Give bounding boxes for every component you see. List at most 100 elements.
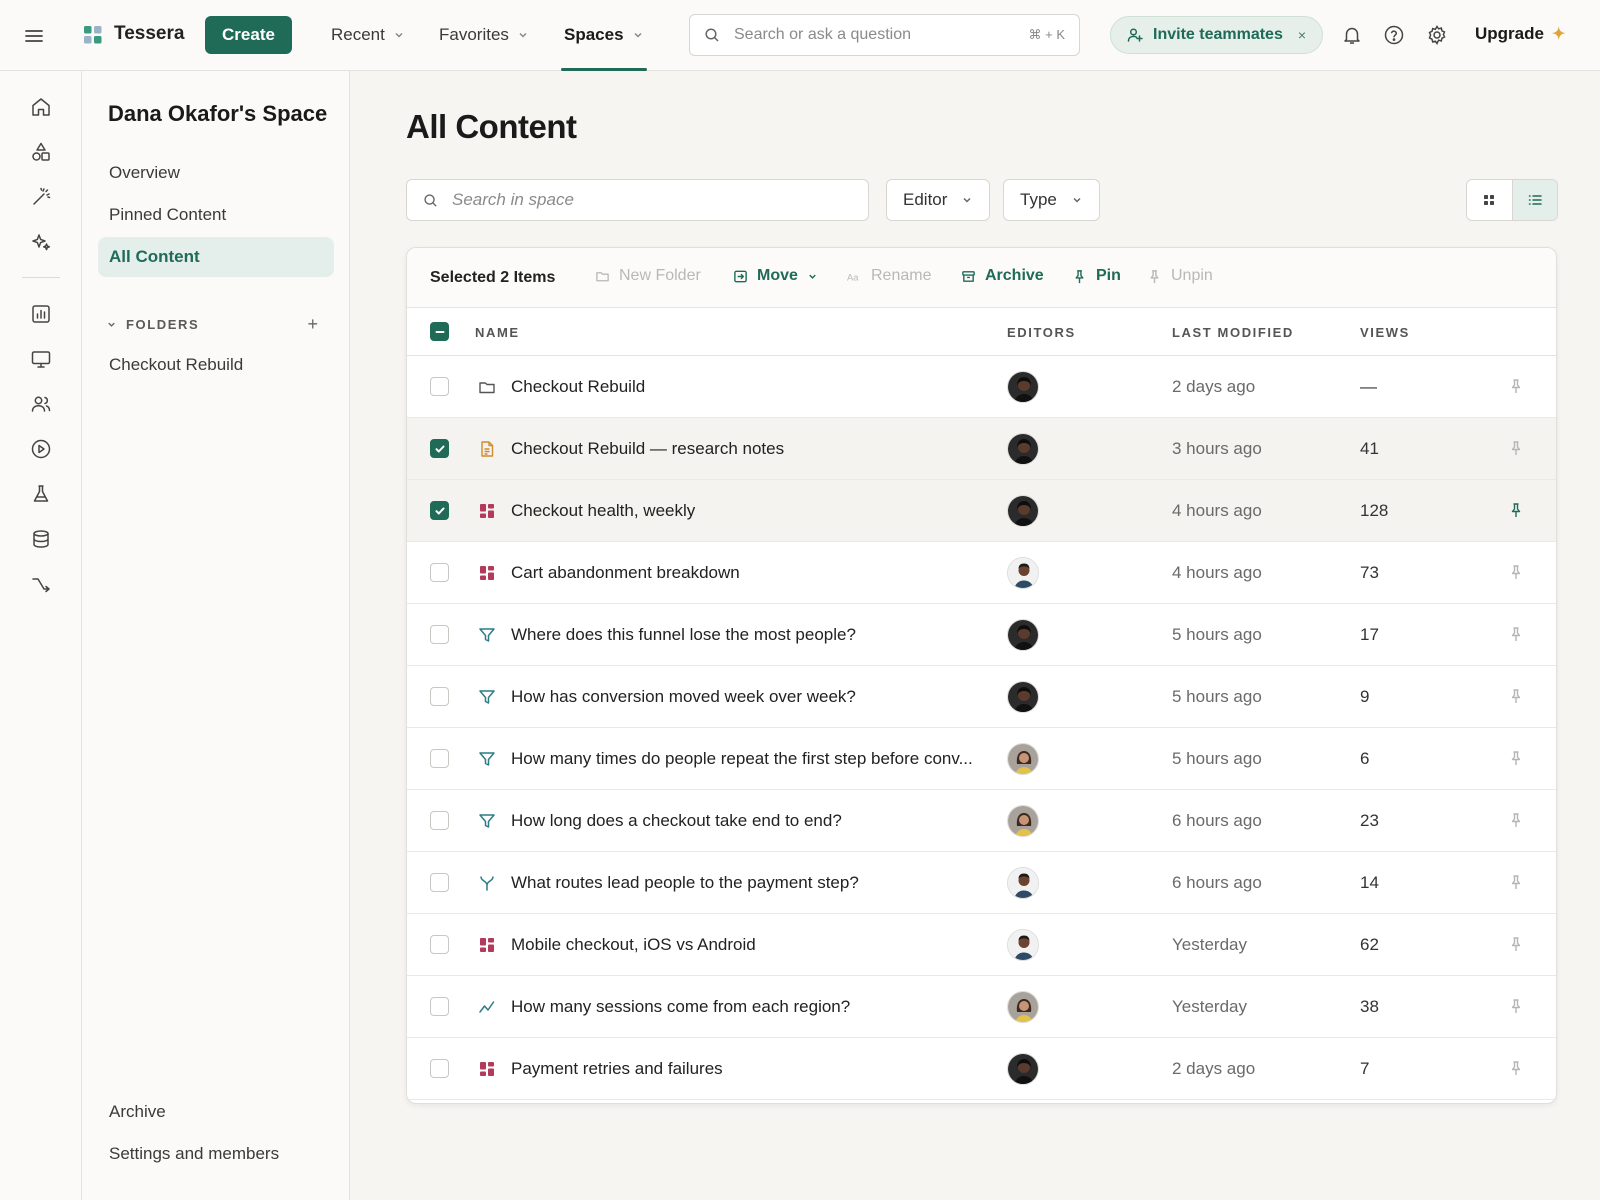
row-checkbox[interactable]	[430, 1059, 449, 1078]
archive-button[interactable]: Archive	[961, 267, 1044, 285]
item-name[interactable]: Checkout Rebuild	[511, 377, 645, 397]
avatar[interactable]	[1007, 433, 1039, 465]
column-header-last-modified[interactable]: LAST MODIFIED	[1172, 325, 1294, 340]
upgrade-button[interactable]: Upgrade ✦	[1475, 24, 1565, 44]
sidebar-item-overview[interactable]: Overview	[98, 153, 334, 193]
editor-filter-dropdown[interactable]: Editor	[886, 179, 991, 221]
avatar[interactable]	[1007, 371, 1039, 403]
table-row[interactable]: How has conversion moved week over week?…	[407, 666, 1556, 728]
global-search-input[interactable]	[734, 26, 1029, 44]
bar-chart-icon[interactable]	[29, 302, 53, 326]
menu-icon[interactable]	[22, 24, 46, 48]
pin-icon[interactable]	[1508, 1060, 1524, 1076]
pin-icon[interactable]	[1508, 998, 1524, 1014]
table-row[interactable]: How many sessions come from each region?…	[407, 976, 1556, 1038]
nav-favorites[interactable]: Favorites	[439, 22, 529, 48]
sparkles-icon[interactable]	[29, 230, 53, 254]
pin-icon[interactable]	[1508, 502, 1524, 518]
invite-teammates-button[interactable]: Invite teammates ×	[1110, 16, 1323, 54]
row-checkbox[interactable]	[430, 625, 449, 644]
type-filter-dropdown[interactable]: Type	[1003, 179, 1100, 221]
column-header-editors[interactable]: EDITORS	[1007, 325, 1076, 340]
rename-button[interactable]: Aa Rename	[847, 267, 931, 285]
global-search[interactable]: ⌘ + K	[689, 14, 1080, 56]
unpin-button[interactable]: Unpin	[1147, 267, 1213, 285]
table-row[interactable]: Checkout Rebuild 2 days ago —	[407, 356, 1556, 418]
sidebar-folder-checkout-rebuild[interactable]: Checkout Rebuild	[98, 345, 334, 385]
avatar[interactable]	[1007, 805, 1039, 837]
column-header-views[interactable]: VIEWS	[1360, 325, 1410, 340]
row-checkbox[interactable]	[430, 439, 449, 458]
sidebar-item-settings-and-members[interactable]: Settings and members	[98, 1134, 334, 1174]
avatar[interactable]	[1007, 619, 1039, 651]
avatar[interactable]	[1007, 557, 1039, 589]
shapes-icon[interactable]	[29, 140, 53, 164]
pin-icon[interactable]	[1508, 936, 1524, 952]
table-row[interactable]: Mobile checkout, iOS vs Android Yesterday…	[407, 914, 1556, 976]
home-icon[interactable]	[29, 95, 53, 119]
pin-icon[interactable]	[1508, 440, 1524, 456]
row-checkbox[interactable]	[430, 811, 449, 830]
avatar[interactable]	[1007, 681, 1039, 713]
users-icon[interactable]	[29, 392, 53, 416]
gear-icon[interactable]	[1426, 24, 1448, 46]
row-checkbox[interactable]	[430, 873, 449, 892]
avatar[interactable]	[1007, 867, 1039, 899]
move-button[interactable]: Move	[733, 267, 818, 285]
pin-icon[interactable]	[1508, 378, 1524, 394]
add-folder-icon[interactable]: +	[307, 314, 318, 335]
nav-recent[interactable]: Recent	[331, 22, 405, 48]
item-name[interactable]: How long does a checkout take end to end…	[511, 811, 842, 831]
row-checkbox[interactable]	[430, 749, 449, 768]
avatar[interactable]	[1007, 743, 1039, 775]
avatar[interactable]	[1007, 991, 1039, 1023]
table-row[interactable]: How many times do people repeat the firs…	[407, 728, 1556, 790]
pin-icon[interactable]	[1508, 688, 1524, 704]
table-row[interactable]: What routes lead people to the payment s…	[407, 852, 1556, 914]
select-all-checkbox[interactable]	[430, 322, 449, 341]
item-name[interactable]: How has conversion moved week over week?	[511, 687, 856, 707]
play-circle-icon[interactable]	[29, 437, 53, 461]
pin-button[interactable]: Pin	[1072, 267, 1121, 285]
item-name[interactable]: Payment retries and failures	[511, 1059, 723, 1079]
item-name[interactable]: Mobile checkout, iOS vs Android	[511, 935, 756, 955]
table-row[interactable]: Checkout Rebuild — research notes 3 hours…	[407, 418, 1556, 480]
pin-icon[interactable]	[1508, 812, 1524, 828]
item-name[interactable]: What routes lead people to the payment s…	[511, 873, 859, 893]
row-checkbox[interactable]	[430, 563, 449, 582]
space-search[interactable]	[406, 179, 869, 221]
sidebar-item-archive[interactable]: Archive	[98, 1092, 334, 1132]
pin-icon[interactable]	[1508, 626, 1524, 642]
pin-icon[interactable]	[1508, 564, 1524, 580]
nav-spaces[interactable]: Spaces	[564, 22, 644, 48]
row-checkbox[interactable]	[430, 501, 449, 520]
row-checkbox[interactable]	[430, 997, 449, 1016]
close-icon[interactable]: ×	[1298, 27, 1306, 43]
table-row[interactable]: Where does this funnel lose the most peo…	[407, 604, 1556, 666]
column-header-name[interactable]: NAME	[475, 325, 520, 340]
sidebar-item-pinned-content[interactable]: Pinned Content	[98, 195, 334, 235]
flask-icon[interactable]	[29, 482, 53, 506]
item-name[interactable]: Checkout health, weekly	[511, 501, 695, 521]
create-button[interactable]: Create	[205, 16, 292, 54]
list-view-button[interactable]	[1511, 180, 1557, 220]
help-icon[interactable]	[1383, 24, 1405, 46]
table-row[interactable]: How long does a checkout take end to end…	[407, 790, 1556, 852]
item-name[interactable]: Cart abandonment breakdown	[511, 563, 740, 583]
item-name[interactable]: Checkout Rebuild — research notes	[511, 439, 784, 459]
pin-icon[interactable]	[1508, 750, 1524, 766]
item-name[interactable]: How many sessions come from each region?	[511, 997, 850, 1017]
new-folder-button[interactable]: New Folder	[595, 267, 701, 285]
item-name[interactable]: How many times do people repeat the firs…	[511, 749, 973, 769]
row-checkbox[interactable]	[430, 935, 449, 954]
chevron-down-icon[interactable]	[106, 319, 117, 330]
database-icon[interactable]	[29, 527, 53, 551]
table-row[interactable]: Cart abandonment breakdown 4 hours ago 73	[407, 542, 1556, 604]
bell-icon[interactable]	[1341, 24, 1363, 46]
table-row[interactable]: Payment retries and failures 2 days ago 7	[407, 1038, 1556, 1100]
magic-wand-icon[interactable]	[29, 185, 53, 209]
sidebar-item-all-content[interactable]: All Content	[98, 237, 334, 277]
pipeline-icon[interactable]	[29, 572, 53, 596]
table-row[interactable]: Checkout health, weekly 4 hours ago 128	[407, 480, 1556, 542]
row-checkbox[interactable]	[430, 377, 449, 396]
